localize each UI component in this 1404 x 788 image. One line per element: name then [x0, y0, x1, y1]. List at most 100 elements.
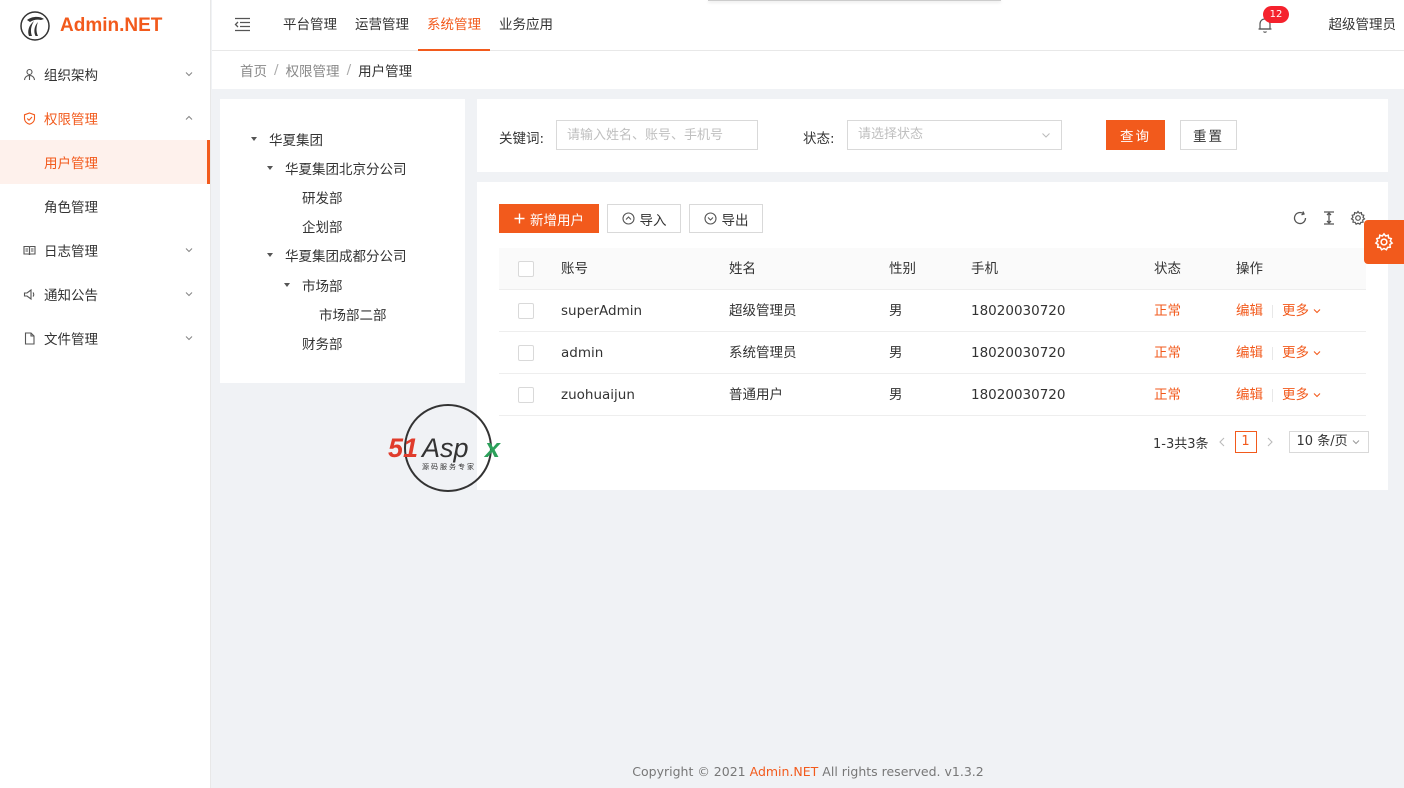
select-all-checkbox[interactable]: [518, 261, 534, 277]
footer-brand-link[interactable]: Admin.NET: [750, 764, 819, 779]
column-header-status: 状态: [1154, 261, 1181, 277]
chevron-down-icon: [185, 336, 193, 341]
next-page-icon[interactable]: [1263, 435, 1277, 449]
column-header-phone: 手机: [971, 261, 998, 277]
topnav-operations[interactable]: 运营管理: [346, 0, 418, 51]
topnav-system[interactable]: 系统管理: [418, 0, 490, 51]
theme-settings-button[interactable]: [1364, 220, 1404, 264]
sidebar: Admin.NET 组织架构 权限管理 用户管理 角色管理 日志管理 通知公告: [0, 0, 211, 788]
page-size-value: 10 条/页: [1296, 434, 1348, 449]
sidebar-item-label: 日志管理: [44, 244, 98, 260]
app-name: Admin.NET: [60, 15, 163, 36]
page-number[interactable]: 1: [1234, 431, 1257, 453]
sidebar-item-log[interactable]: 日志管理: [0, 228, 210, 272]
cell-account: zuohuaijun: [561, 387, 635, 403]
tree-node[interactable]: 财务部: [220, 328, 465, 357]
caret-down-icon[interactable]: [279, 280, 295, 290]
breadcrumb-home[interactable]: 首页: [240, 60, 267, 80]
svg-text:源码服务专家: 源码服务专家: [422, 462, 476, 471]
breadcrumb-separator: /: [274, 62, 279, 78]
more-dropdown[interactable]: 更多: [1282, 345, 1321, 361]
cell-status: 正常: [1154, 303, 1181, 319]
cell-phone: 18020030720: [971, 387, 1066, 403]
sidebar-item-label: 通知公告: [44, 288, 98, 304]
tree-node[interactable]: 华夏集团北京分公司: [220, 153, 465, 182]
edit-link[interactable]: 编辑: [1236, 345, 1263, 361]
breadcrumb-current: 用户管理: [358, 64, 413, 80]
more-dropdown[interactable]: 更多: [1282, 387, 1321, 403]
caret-down-icon[interactable]: [262, 163, 278, 173]
chevron-down-icon: [1042, 133, 1050, 138]
chevron-down-icon: [1313, 309, 1321, 314]
tree-node[interactable]: 市场部二部: [220, 299, 465, 328]
more-dropdown[interactable]: 更多: [1282, 303, 1321, 319]
more-label: 更多: [1282, 303, 1309, 319]
top-nav: 平台管理 运营管理 系统管理 业务应用: [274, 0, 562, 51]
refresh-icon[interactable]: [1292, 210, 1308, 226]
sidebar-item-role-management[interactable]: 角色管理: [0, 184, 210, 228]
row-checkbox[interactable]: [518, 303, 534, 319]
import-button[interactable]: 导入: [607, 204, 681, 233]
svg-text:51: 51: [388, 433, 418, 463]
topnav-business[interactable]: 业务应用: [490, 0, 562, 51]
sidebar-item-permission[interactable]: 权限管理: [0, 96, 210, 140]
cell-account: admin: [561, 345, 604, 361]
user-table-panel: 新增用户 导入 导出 账号 姓名 性别 手机 状态 操作 superAdmin …: [477, 182, 1388, 490]
sidebar-item-user-management[interactable]: 用户管理: [0, 140, 210, 184]
column-header-account: 账号: [561, 261, 588, 277]
book-icon: [22, 243, 36, 257]
cell-gender: 男: [889, 345, 903, 361]
topnav-platform[interactable]: 平台管理: [274, 0, 346, 51]
query-button[interactable]: 查询: [1106, 120, 1165, 150]
file-icon: [22, 331, 36, 345]
add-user-button[interactable]: 新增用户: [499, 204, 599, 233]
edit-link[interactable]: 编辑: [1236, 303, 1263, 319]
user-menu[interactable]: 超级管理员: [1329, 0, 1397, 51]
watermark-logo: 51 Asp x 源码服务专家: [388, 404, 501, 492]
caret-down-icon[interactable]: [262, 250, 278, 260]
speaker-icon: [22, 287, 36, 301]
action-divider: [1272, 304, 1273, 318]
tree-node-label: 华夏集团成都分公司: [285, 249, 407, 266]
tree-node[interactable]: 华夏集团: [220, 124, 465, 153]
tree-node[interactable]: 市场部: [220, 270, 465, 299]
chevron-down-icon: [185, 72, 193, 77]
column-header-gender: 性别: [889, 261, 916, 277]
tree-node[interactable]: 华夏集团成都分公司: [220, 241, 465, 270]
tree-node[interactable]: 企划部: [220, 212, 465, 241]
menu-fold-icon[interactable]: [234, 17, 251, 32]
sidebar-item-notice[interactable]: 通知公告: [0, 272, 210, 316]
breadcrumb-permission[interactable]: 权限管理: [286, 60, 340, 80]
page-size-select[interactable]: 10 条/页: [1288, 431, 1369, 453]
status-label: 状态:: [803, 131, 835, 147]
status-select-placeholder: 请选择状态: [858, 127, 924, 142]
reset-button[interactable]: 重置: [1180, 120, 1237, 150]
footer-rights: All rights reserved. v1.3.2: [822, 764, 984, 779]
keyword-input[interactable]: [556, 120, 758, 150]
column-height-icon[interactable]: [1321, 210, 1337, 226]
edit-link[interactable]: 编辑: [1236, 387, 1263, 403]
notification-badge: 12: [1263, 6, 1289, 23]
action-divider: [1272, 388, 1273, 402]
export-button[interactable]: 导出: [689, 204, 763, 233]
prev-page-icon[interactable]: [1215, 435, 1229, 449]
sidebar-item-file[interactable]: 文件管理: [0, 316, 210, 360]
chevron-down-icon: [185, 248, 193, 253]
caret-down-icon[interactable]: [246, 134, 262, 144]
sidebar-item-label: 组织架构: [44, 68, 98, 84]
row-checkbox[interactable]: [518, 345, 534, 361]
settings-icon: [1374, 232, 1394, 251]
top-bar: 平台管理 运营管理 系统管理 业务应用 12 超级管理员: [212, 0, 1404, 51]
tree-node[interactable]: 研发部: [220, 182, 465, 211]
chevron-down-icon: [1313, 351, 1321, 356]
sidebar-item-label: 文件管理: [44, 332, 98, 348]
action-divider: [1272, 346, 1273, 360]
sidebar-item-label: 权限管理: [44, 112, 98, 128]
cell-status: 正常: [1154, 387, 1181, 403]
status-select[interactable]: 请选择状态: [847, 120, 1062, 150]
chevron-down-icon: [1313, 393, 1321, 398]
sidebar-item-org[interactable]: 组织架构: [0, 52, 210, 96]
table-row: admin 系统管理员 男 18020030720 正常 编辑 更多: [499, 332, 1366, 374]
logo[interactable]: Admin.NET: [0, 0, 210, 52]
row-checkbox[interactable]: [518, 387, 534, 403]
